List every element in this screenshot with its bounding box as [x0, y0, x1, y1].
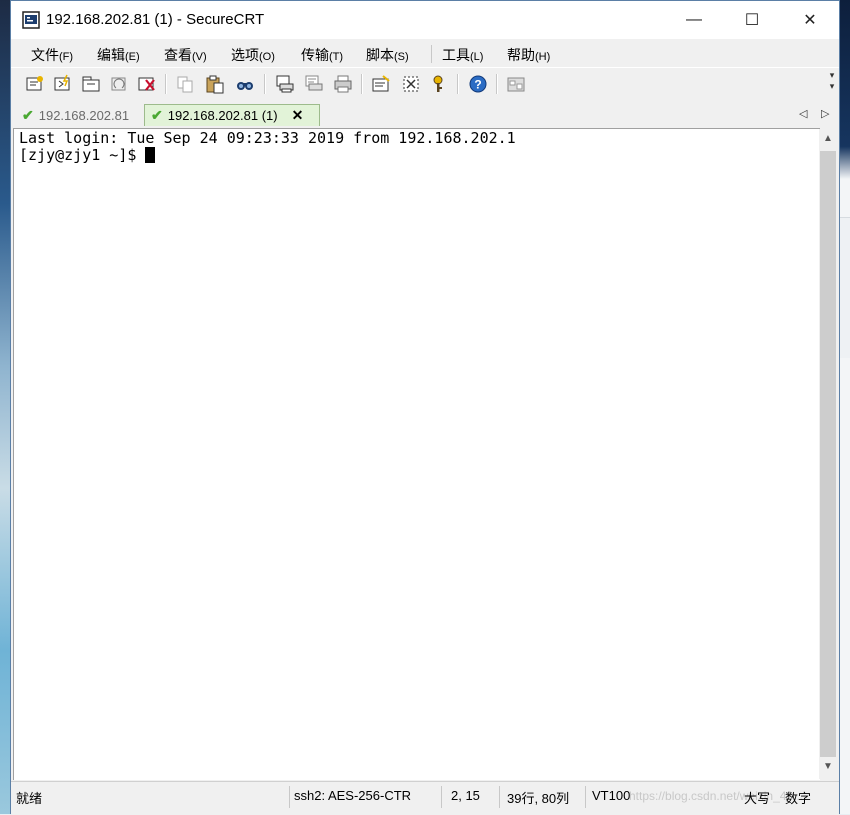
minimize-button[interactable]: — [665, 1, 723, 39]
quick-connect-icon[interactable] [52, 73, 74, 95]
scroll-up-icon[interactable]: ▲ [819, 133, 837, 149]
status-cursor-position: 2, 15 [451, 788, 480, 803]
toolbar-separator [496, 74, 498, 94]
status-terminal-size: 39行, 80列 [507, 791, 570, 806]
global-options-icon[interactable] [400, 73, 422, 95]
session-options-icon[interactable] [370, 73, 392, 95]
copy-icon[interactable] [174, 73, 196, 95]
text-cursor [145, 147, 156, 163]
toolbar: ? ▾ ▾ [11, 67, 839, 100]
terminal-prompt-line: [zjy@zjy1 ~]$ [19, 146, 156, 164]
status-separator [499, 786, 500, 808]
terminal-line: Last login: Tue Sep 24 09:23:33 2019 fro… [19, 129, 516, 147]
status-bar: 就绪 ssh2: AES-256-CTR 2, 15 39行, 80列 VT10… [11, 781, 839, 815]
desktop-background-right [839, 0, 850, 814]
watermark: https://blog.csdn.net/weixin_43... [629, 789, 804, 803]
print-icon[interactable] [332, 73, 354, 95]
menu-edit[interactable]: 编辑(E) [97, 45, 140, 65]
tab-session-2[interactable]: ✔ 192.168.202.81 (1) ✕ [144, 104, 320, 126]
help-icon[interactable]: ? [467, 73, 489, 95]
print-screen-icon[interactable] [274, 73, 296, 95]
menu-file[interactable]: 文件(F) [31, 45, 73, 65]
close-icon: ✕ [803, 12, 817, 29]
status-num-lock: 数字 [785, 791, 812, 806]
menu-help[interactable]: 帮助(H) [507, 45, 550, 65]
menu-script[interactable]: 脚本(S) [366, 45, 409, 65]
toolbar-separator [264, 74, 266, 94]
connected-check-icon: ✔ [22, 106, 34, 123]
status-separator [585, 786, 586, 808]
scroll-down-icon[interactable]: ▼ [819, 761, 837, 777]
toolbar-overflow-icon[interactable]: ▾ ▾ [826, 70, 838, 98]
svg-text:?: ? [474, 78, 481, 92]
minimize-icon: — [686, 11, 702, 28]
menu-view[interactable]: 查看(V) [164, 45, 207, 65]
menu-options[interactable]: 选项(O) [231, 45, 275, 65]
connected-check-icon: ✔ [151, 107, 163, 123]
paste-icon[interactable] [204, 73, 226, 95]
tab-scroll-right-icon[interactable]: ▷ [821, 107, 829, 120]
toolbar-separator [165, 74, 167, 94]
find-icon[interactable] [234, 73, 256, 95]
connect-in-tab-icon[interactable] [80, 73, 102, 95]
close-button[interactable]: ✕ [781, 1, 839, 39]
tab-scroll-left-icon[interactable]: ◁ [799, 107, 807, 120]
status-terminal-type: VT100 [592, 788, 631, 803]
maximize-icon: ☐ [744, 12, 760, 29]
terminal-scrollbar[interactable]: ▲ ▼ [819, 129, 837, 779]
close-tab-icon[interactable]: ✕ [292, 107, 304, 124]
terminal-prompt: [zjy@zjy1 ~]$ [19, 146, 146, 164]
status-caps-lock: 大写 [744, 791, 771, 806]
tab-label: 192.168.202.81 [38, 107, 130, 123]
toolbar-separator [361, 74, 363, 94]
print-selection-icon[interactable] [303, 73, 325, 95]
disconnect-icon[interactable] [136, 73, 158, 95]
tab-session-1[interactable]: ✔ 192.168.202.81 [16, 104, 144, 126]
keymap-icon[interactable] [427, 73, 449, 95]
maximize-button[interactable]: ☐ [723, 1, 781, 39]
sftp-icon[interactable] [505, 73, 527, 95]
terminal-screen[interactable]: Last login: Tue Sep 24 09:23:33 2019 fro… [13, 128, 820, 780]
status-protocol: ssh2: AES-256-CTR [294, 788, 412, 803]
securecrt-app-icon [22, 11, 40, 29]
reconnect-icon[interactable] [108, 73, 130, 95]
menu-transfer[interactable]: 传输(T) [301, 45, 343, 65]
toolbar-separator [457, 74, 459, 94]
menu-tools[interactable]: 工具(L) [442, 45, 483, 65]
status-separator [289, 786, 290, 808]
status-ready: 就绪 [16, 791, 43, 806]
securecrt-window: 192.168.202.81 (1) - SecureCRT — ☐ ✕ 文件(… [10, 0, 840, 815]
tab-label: 192.168.202.81 (1) [167, 108, 278, 123]
session-tab-bar: ✔ 192.168.202.81 ✔ 192.168.202.81 (1) ✕ … [11, 100, 839, 128]
menu-bar: 文件(F) 编辑(E) 查看(V) 选项(O) 传输(T) 脚本(S) 工具(L… [11, 39, 839, 67]
status-separator [441, 786, 442, 808]
scrollbar-thumb[interactable] [820, 151, 836, 757]
window-title: 192.168.202.81 (1) - SecureCRT [46, 11, 265, 28]
menu-separator [431, 45, 432, 63]
title-bar[interactable]: 192.168.202.81 (1) - SecureCRT — ☐ ✕ [11, 1, 839, 39]
connect-icon[interactable] [24, 73, 46, 95]
